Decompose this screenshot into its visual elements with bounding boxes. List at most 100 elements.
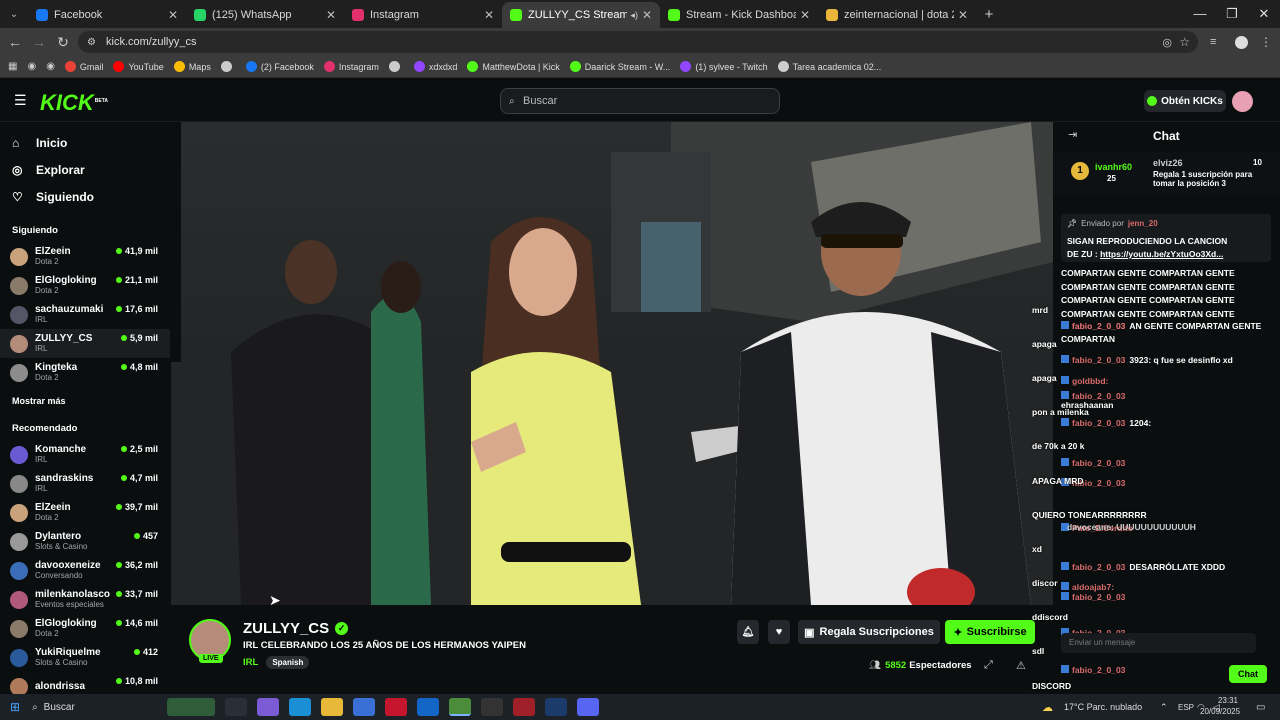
widgets-icon[interactable]: [167, 698, 216, 716]
pinned-by-user[interactable]: jenn_20: [1128, 219, 1158, 228]
browser-tab[interactable]: zeinternacional | dota 2 Inicio ✕: [818, 2, 976, 28]
channel-name[interactable]: ZULLYY_CS: [243, 620, 329, 637]
bookmark-item[interactable]: (2) Facebook: [245, 61, 314, 72]
media-icon[interactable]: ≡: [1210, 36, 1216, 48]
chat-message[interactable]: davoceane: UUUUUUUUUUUUH: [1067, 522, 1196, 532]
sidebar-channel[interactable]: sachauzumaki IRL 17,6 mil: [0, 300, 170, 329]
chat-message[interactable]: COMPARTAN: [1061, 334, 1115, 344]
chat-username[interactable]: fabio_2_0_03: [1072, 592, 1125, 602]
language-indicator[interactable]: ESP: [1178, 703, 1194, 712]
chat-username[interactable]: aldoajab7:: [1072, 582, 1114, 592]
sidebar-nav-item[interactable]: ♡ Siguiendo: [0, 183, 170, 210]
sidebar-nav-item[interactable]: ⌂ Inicio: [0, 129, 170, 156]
reload-button[interactable]: ↻: [51, 34, 75, 51]
clock-time[interactable]: 23:31: [1212, 696, 1238, 705]
close-window-button[interactable]: ✕: [1248, 0, 1280, 28]
chat-send-button[interactable]: Chat: [1229, 665, 1267, 683]
sidebar-channel[interactable]: ZULLYY_CS IRL 5,9 mil: [0, 329, 170, 358]
sidebar-channel[interactable]: milenkanolasco Eventos especiales 33,7 mil: [0, 585, 170, 614]
eye-off-icon[interactable]: ◎: [1162, 36, 1172, 49]
sidebar-channel[interactable]: Kingteka Dota 2 4,8 mil: [0, 358, 170, 387]
chat-message[interactable]: COMPARTAN GENTE COMPARTAN GENTE: [1061, 268, 1235, 278]
outlook-icon[interactable]: [417, 698, 440, 716]
bookmark-item[interactable]: [388, 61, 404, 72]
copilot-icon[interactable]: [257, 698, 280, 716]
tab-close-icon[interactable]: ✕: [642, 8, 652, 22]
sidebar-channel[interactable]: ElZeein Dota 2 41,9 mil: [0, 242, 170, 271]
bookmark-item[interactable]: Maps: [173, 61, 211, 72]
tab-close-icon[interactable]: ✕: [484, 8, 494, 22]
sidebar-channel[interactable]: Komanche IRL 2,5 mil: [0, 440, 170, 469]
app-icon[interactable]: [513, 698, 536, 716]
chat-username[interactable]: fabio_2_0_03: [1072, 321, 1125, 331]
collapse-chat-icon[interactable]: ⇥: [1068, 128, 1077, 141]
hamburger-menu-icon[interactable]: ☰: [14, 92, 27, 109]
browser-tab[interactable]: (125) WhatsApp ✕: [186, 2, 344, 28]
chat-message[interactable]: fabio_2_0_03 3923: q fue se desinflo xd: [1061, 355, 1233, 365]
search-input[interactable]: ⌕ Buscar: [500, 88, 780, 114]
sidebar-channel[interactable]: sandraskins IRL 4,7 mil: [0, 469, 170, 498]
store-icon[interactable]: [353, 698, 376, 716]
bookmark-globe-icon[interactable]: ◉: [46, 61, 55, 72]
sidebar-channel[interactable]: Dylantero Slots & Casino 457: [0, 527, 170, 556]
file-explorer-icon[interactable]: [321, 698, 344, 716]
stream-category[interactable]: IRL: [243, 657, 258, 668]
tab-close-icon[interactable]: ✕: [800, 8, 810, 22]
second-gifter-name[interactable]: elviz26: [1153, 158, 1183, 168]
bookmark-item[interactable]: (1) sylvee - Twitch: [680, 61, 768, 72]
chat-message[interactable]: fabio_2_0_03: [1061, 592, 1129, 602]
bookmark-item[interactable]: Daarick Stream - W...: [569, 61, 670, 72]
task-view-icon[interactable]: [225, 698, 248, 716]
top-gifter-name[interactable]: ivanhr60: [1095, 162, 1132, 172]
browser-tab[interactable]: ZULLYY_CS Stream - Watch◂) ✕: [502, 2, 660, 28]
pinned-link[interactable]: https://youtu.be/zYxtuOo3Xd...: [1100, 249, 1223, 259]
sidebar-channel[interactable]: ElZeein Dota 2 39,7 mil: [0, 498, 170, 527]
chat-message[interactable]: fabio_2_0_03 1204:: [1061, 418, 1151, 428]
chat-message[interactable]: aldoajab7:: [1061, 582, 1118, 592]
chat-username[interactable]: goldbbd:: [1072, 376, 1108, 386]
follow-button[interactable]: ♥: [768, 620, 790, 644]
sidebar-channel[interactable]: ElGlogloking Dota 2 21,1 mil: [0, 271, 170, 300]
sidebar-channel[interactable]: YukiRiquelme Slots & Casino 412: [0, 643, 170, 672]
gift-subs-button[interactable]: ▣ Regala Suscripciones: [798, 620, 940, 644]
pinned-message[interactable]: 📌︎ Enviado por jenn_20 SIGAN REPRODUCIEN…: [1061, 214, 1271, 262]
bookmark-globe-icon[interactable]: ◉: [27, 61, 36, 72]
chat-username[interactable]: fabio_2_0_03: [1072, 418, 1125, 428]
chat-message[interactable]: fabio_2_0_03 AN GENTE COMPARTAN GENTE: [1061, 321, 1261, 331]
obs-icon[interactable]: [481, 698, 504, 716]
edge-icon[interactable]: [289, 698, 312, 716]
tab-close-icon[interactable]: ✕: [958, 8, 968, 22]
back-button[interactable]: ←: [3, 34, 27, 50]
chat-message[interactable]: COMPARTAN GENTE COMPARTAN GENTE: [1061, 282, 1235, 292]
bookmark-item[interactable]: MatthewDota | Kick: [467, 61, 560, 72]
sidebar-nav-item[interactable]: ◎ Explorar: [0, 156, 170, 183]
taskbar-search[interactable]: ⌕ Buscar: [32, 697, 162, 717]
video-player[interactable]: ➤: [171, 122, 1053, 605]
bookmark-star-icon[interactable]: ☆: [1179, 35, 1190, 49]
show-more-link[interactable]: Mostrar más: [0, 396, 170, 406]
chat-username[interactable]: fabio_2_0_03: [1072, 665, 1125, 675]
browser-tab[interactable]: Instagram ✕: [344, 2, 502, 28]
notifications-button[interactable]: 🔔︎: [737, 620, 759, 644]
get-kicks-button[interactable]: Obtén KICKs: [1144, 90, 1226, 112]
bookmark-item[interactable]: xdxdxd: [413, 61, 457, 72]
tray-chevron-icon[interactable]: ⌃: [1160, 702, 1168, 713]
chrome-icon[interactable]: [449, 698, 472, 716]
bookmark-item[interactable]: YouTube: [113, 61, 164, 72]
chat-input[interactable]: Enviar un mensaje: [1061, 633, 1256, 653]
kick-logo[interactable]: KICKBETA: [40, 90, 108, 116]
steam-icon[interactable]: [545, 698, 568, 716]
minimize-button[interactable]: —: [1184, 0, 1216, 28]
sidebar-channel[interactable]: davooxeneize Conversando 36,2 mil: [0, 556, 170, 585]
subscribe-button[interactable]: ✦ Suscribirse: [945, 620, 1035, 644]
chat-username[interactable]: fabio_2_0_03: [1072, 562, 1125, 572]
weather-text[interactable]: 17°C Parc. nublado: [1064, 702, 1142, 712]
new-tab-button[interactable]: +: [976, 2, 1002, 28]
apps-icon[interactable]: ▦: [8, 61, 17, 72]
bookmark-item[interactable]: Gmail: [64, 61, 103, 72]
site-info-icon[interactable]: ⚙: [87, 37, 96, 48]
chat-message[interactable]: COMPARTAN GENTE COMPARTAN GENTE: [1061, 295, 1235, 305]
chat-message[interactable]: COMPARTAN GENTE COMPARTAN GENTE: [1061, 309, 1235, 319]
browser-tab[interactable]: Facebook ✕: [28, 2, 186, 28]
chat-username[interactable]: fabio_2_0_03: [1072, 458, 1125, 468]
